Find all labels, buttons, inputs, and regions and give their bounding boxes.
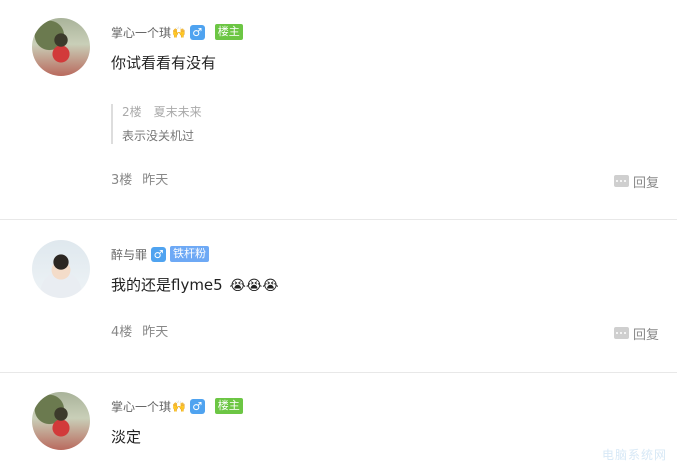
thread-owner-badge: 楼主	[214, 398, 243, 414]
thread-owner-badge: 楼主	[214, 24, 243, 40]
quote-username[interactable]: 夏末未来	[154, 105, 202, 119]
divider	[0, 219, 677, 220]
fan-level-badge: 铁杆粉	[170, 246, 210, 262]
comment-text: 我的还是flyme5	[111, 276, 223, 294]
crying-emoji-icon: 😭	[245, 278, 263, 294]
post-time: 昨天	[142, 325, 169, 340]
clap-emoji-icon: 🙌	[172, 399, 186, 413]
crying-emoji-icon: 😭	[262, 278, 279, 294]
username[interactable]: 掌心一个琪	[111, 24, 171, 41]
avatar[interactable]	[32, 18, 90, 76]
post-meta: 4楼 昨天	[111, 324, 168, 342]
reply-label: 回复	[632, 175, 659, 191]
reply-label: 回复	[632, 327, 659, 343]
watermark: 电脑系统网	[601, 448, 667, 462]
user-line: 掌心一个琪 🙌 ♂ 楼主	[111, 23, 243, 41]
user-line: 掌心一个琪 🙌 ♂ 楼主	[111, 397, 243, 415]
avatar[interactable]	[32, 392, 90, 450]
quoted-reply: 2楼 夏末未来 表示没关机过	[111, 104, 677, 144]
comment-thread: 掌心一个琪 🙌 ♂ 楼主 你试看看有没有 2楼 夏末未来 表示没关机过 3楼 昨天 …	[0, 0, 677, 463]
user-line: 醉与罪 ♂ 铁杆粉	[111, 245, 210, 263]
reply-button[interactable]: 回复	[613, 324, 659, 343]
username[interactable]: 掌心一个琪	[111, 398, 171, 415]
divider	[0, 372, 677, 373]
male-gender-icon: ♂	[151, 246, 167, 262]
comment-bubble-icon	[613, 327, 629, 339]
floor-number: 4楼	[111, 325, 133, 340]
username[interactable]: 醉与罪	[111, 246, 147, 263]
crying-emoji-icon: 😭	[229, 278, 246, 294]
male-gender-icon: ♂	[189, 398, 205, 414]
male-gender-icon: ♂	[189, 24, 205, 40]
comment-content: 淡定	[111, 428, 142, 446]
floor-number: 3楼	[111, 173, 133, 188]
comment-bubble-icon	[613, 175, 629, 187]
post-meta: 3楼 昨天	[111, 172, 168, 190]
quote-meta: 2楼 夏末未来	[122, 104, 677, 120]
quote-floor: 2楼	[122, 105, 142, 119]
clap-emoji-icon: 🙌	[172, 25, 186, 39]
comment-content: 我的还是flyme5 😭😭😭	[111, 274, 279, 296]
reply-button[interactable]: 回复	[613, 172, 659, 191]
quote-text: 表示没关机过	[122, 129, 195, 143]
avatar[interactable]	[32, 240, 90, 298]
comment-content: 你试看看有没有	[111, 54, 217, 72]
emoji-row: 😭😭😭	[230, 274, 279, 297]
post-time: 昨天	[142, 173, 169, 188]
